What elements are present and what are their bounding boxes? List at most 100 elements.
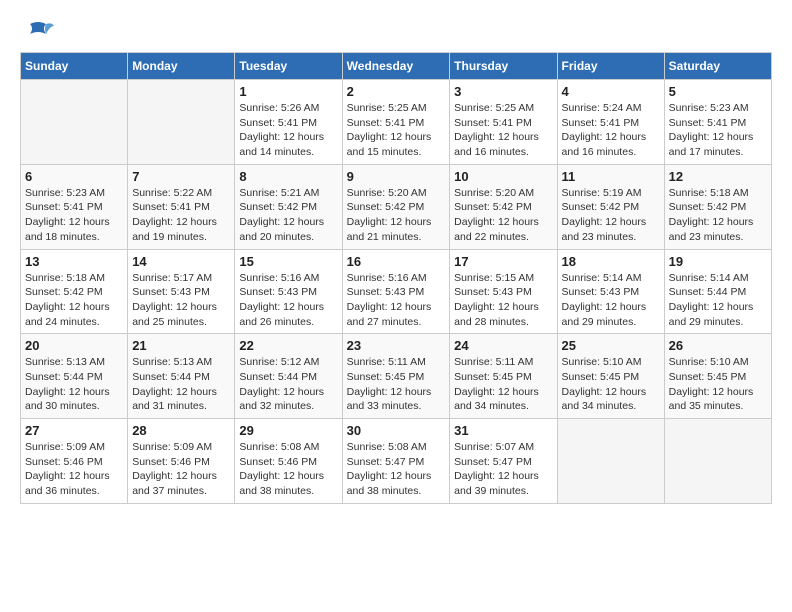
day-info: Sunrise: 5:19 AM Sunset: 5:42 PM Dayligh… bbox=[562, 186, 660, 245]
calendar-week-4: 20 Sunrise: 5:13 AM Sunset: 5:44 PM Dayli… bbox=[21, 334, 772, 419]
calendar-cell: 28 Sunrise: 5:09 AM Sunset: 5:46 PM Dayli… bbox=[128, 419, 235, 504]
day-info: Sunrise: 5:10 AM Sunset: 5:45 PM Dayligh… bbox=[562, 355, 660, 414]
calendar-cell: 1 Sunrise: 5:26 AM Sunset: 5:41 PM Daylig… bbox=[235, 80, 342, 165]
day-info: Sunrise: 5:22 AM Sunset: 5:41 PM Dayligh… bbox=[132, 186, 230, 245]
day-info: Sunrise: 5:25 AM Sunset: 5:41 PM Dayligh… bbox=[454, 101, 552, 160]
day-number: 18 bbox=[562, 254, 660, 269]
calendar-header-row: SundayMondayTuesdayWednesdayThursdayFrid… bbox=[21, 53, 772, 80]
calendar-cell bbox=[21, 80, 128, 165]
calendar-cell: 21 Sunrise: 5:13 AM Sunset: 5:44 PM Dayli… bbox=[128, 334, 235, 419]
day-number: 30 bbox=[347, 423, 446, 438]
day-info: Sunrise: 5:23 AM Sunset: 5:41 PM Dayligh… bbox=[25, 186, 123, 245]
column-header-monday: Monday bbox=[128, 53, 235, 80]
calendar-cell: 7Sunrise: 5:22 AM Sunset: 5:41 PM Daylig… bbox=[128, 164, 235, 249]
day-number: 19 bbox=[669, 254, 767, 269]
day-number: 17 bbox=[454, 254, 552, 269]
calendar-cell: 30 Sunrise: 5:08 AM Sunset: 5:47 PM Dayli… bbox=[342, 419, 450, 504]
calendar-cell: 18 Sunrise: 5:14 AM Sunset: 5:43 PM Dayli… bbox=[557, 249, 664, 334]
day-number: 15 bbox=[239, 254, 337, 269]
calendar-cell: 6 Sunrise: 5:23 AM Sunset: 5:41 PM Daylig… bbox=[21, 164, 128, 249]
day-info: Sunrise: 5:11 AM Sunset: 5:45 PM Dayligh… bbox=[454, 355, 552, 414]
calendar-cell: 9 Sunrise: 5:20 AM Sunset: 5:42 PM Daylig… bbox=[342, 164, 450, 249]
column-header-tuesday: Tuesday bbox=[235, 53, 342, 80]
day-info: Sunrise: 5:17 AM Sunset: 5:43 PM Dayligh… bbox=[132, 271, 230, 330]
calendar-cell bbox=[557, 419, 664, 504]
calendar-cell: 8 Sunrise: 5:21 AM Sunset: 5:42 PM Daylig… bbox=[235, 164, 342, 249]
calendar-cell: 27 Sunrise: 5:09 AM Sunset: 5:46 PM Dayli… bbox=[21, 419, 128, 504]
day-info: Sunrise: 5:25 AM Sunset: 5:41 PM Dayligh… bbox=[347, 101, 446, 160]
day-info: Sunrise: 5:07 AM Sunset: 5:47 PM Dayligh… bbox=[454, 440, 552, 499]
day-number: 20 bbox=[25, 338, 123, 353]
day-info: Sunrise: 5:08 AM Sunset: 5:46 PM Dayligh… bbox=[239, 440, 337, 499]
calendar-cell: 23Sunrise: 5:11 AM Sunset: 5:45 PM Dayli… bbox=[342, 334, 450, 419]
day-info: Sunrise: 5:15 AM Sunset: 5:43 PM Dayligh… bbox=[454, 271, 552, 330]
day-number: 9 bbox=[347, 169, 446, 184]
day-number: 2 bbox=[347, 84, 446, 99]
day-number: 29 bbox=[239, 423, 337, 438]
day-info: Sunrise: 5:18 AM Sunset: 5:42 PM Dayligh… bbox=[669, 186, 767, 245]
day-number: 5 bbox=[669, 84, 767, 99]
day-info: Sunrise: 5:20 AM Sunset: 5:42 PM Dayligh… bbox=[347, 186, 446, 245]
day-number: 21 bbox=[132, 338, 230, 353]
calendar-cell: 26 Sunrise: 5:10 AM Sunset: 5:45 PM Dayli… bbox=[664, 334, 771, 419]
day-info: Sunrise: 5:10 AM Sunset: 5:45 PM Dayligh… bbox=[669, 355, 767, 414]
calendar-cell: 5 Sunrise: 5:23 AM Sunset: 5:41 PM Daylig… bbox=[664, 80, 771, 165]
calendar-week-5: 27 Sunrise: 5:09 AM Sunset: 5:46 PM Dayli… bbox=[21, 419, 772, 504]
calendar-cell: 15Sunrise: 5:16 AM Sunset: 5:43 PM Dayli… bbox=[235, 249, 342, 334]
day-number: 24 bbox=[454, 338, 552, 353]
calendar-cell: 14 Sunrise: 5:17 AM Sunset: 5:43 PM Dayli… bbox=[128, 249, 235, 334]
day-number: 1 bbox=[239, 84, 337, 99]
day-number: 27 bbox=[25, 423, 123, 438]
column-header-wednesday: Wednesday bbox=[342, 53, 450, 80]
day-info: Sunrise: 5:23 AM Sunset: 5:41 PM Dayligh… bbox=[669, 101, 767, 160]
calendar-cell: 31 Sunrise: 5:07 AM Sunset: 5:47 PM Dayli… bbox=[450, 419, 557, 504]
calendar-cell bbox=[128, 80, 235, 165]
day-number: 13 bbox=[25, 254, 123, 269]
calendar-week-1: 1 Sunrise: 5:26 AM Sunset: 5:41 PM Daylig… bbox=[21, 80, 772, 165]
day-number: 26 bbox=[669, 338, 767, 353]
day-info: Sunrise: 5:24 AM Sunset: 5:41 PM Dayligh… bbox=[562, 101, 660, 160]
calendar-cell bbox=[664, 419, 771, 504]
column-header-saturday: Saturday bbox=[664, 53, 771, 80]
day-number: 22 bbox=[239, 338, 337, 353]
calendar-week-3: 13 Sunrise: 5:18 AM Sunset: 5:42 PM Dayli… bbox=[21, 249, 772, 334]
calendar-cell: 10Sunrise: 5:20 AM Sunset: 5:42 PM Dayli… bbox=[450, 164, 557, 249]
day-info: Sunrise: 5:18 AM Sunset: 5:42 PM Dayligh… bbox=[25, 271, 123, 330]
column-header-thursday: Thursday bbox=[450, 53, 557, 80]
logo bbox=[20, 20, 54, 42]
day-number: 14 bbox=[132, 254, 230, 269]
day-number: 6 bbox=[25, 169, 123, 184]
calendar-cell: 17 Sunrise: 5:15 AM Sunset: 5:43 PM Dayli… bbox=[450, 249, 557, 334]
day-info: Sunrise: 5:09 AM Sunset: 5:46 PM Dayligh… bbox=[132, 440, 230, 499]
day-number: 28 bbox=[132, 423, 230, 438]
day-number: 10 bbox=[454, 169, 552, 184]
calendar-cell: 25Sunrise: 5:10 AM Sunset: 5:45 PM Dayli… bbox=[557, 334, 664, 419]
day-info: Sunrise: 5:12 AM Sunset: 5:44 PM Dayligh… bbox=[239, 355, 337, 414]
day-number: 3 bbox=[454, 84, 552, 99]
calendar-cell: 2 Sunrise: 5:25 AM Sunset: 5:41 PM Daylig… bbox=[342, 80, 450, 165]
logo-bird-icon bbox=[22, 20, 54, 42]
day-number: 11 bbox=[562, 169, 660, 184]
calendar-table: SundayMondayTuesdayWednesdayThursdayFrid… bbox=[20, 52, 772, 504]
calendar-cell: 4 Sunrise: 5:24 AM Sunset: 5:41 PM Daylig… bbox=[557, 80, 664, 165]
day-info: Sunrise: 5:13 AM Sunset: 5:44 PM Dayligh… bbox=[25, 355, 123, 414]
day-info: Sunrise: 5:14 AM Sunset: 5:43 PM Dayligh… bbox=[562, 271, 660, 330]
calendar-cell: 13 Sunrise: 5:18 AM Sunset: 5:42 PM Dayli… bbox=[21, 249, 128, 334]
calendar-cell: 11 Sunrise: 5:19 AM Sunset: 5:42 PM Dayli… bbox=[557, 164, 664, 249]
day-info: Sunrise: 5:08 AM Sunset: 5:47 PM Dayligh… bbox=[347, 440, 446, 499]
day-info: Sunrise: 5:26 AM Sunset: 5:41 PM Dayligh… bbox=[239, 101, 337, 160]
page-header bbox=[20, 20, 772, 42]
day-info: Sunrise: 5:09 AM Sunset: 5:46 PM Dayligh… bbox=[25, 440, 123, 499]
day-info: Sunrise: 5:21 AM Sunset: 5:42 PM Dayligh… bbox=[239, 186, 337, 245]
calendar-week-2: 6 Sunrise: 5:23 AM Sunset: 5:41 PM Daylig… bbox=[21, 164, 772, 249]
column-header-sunday: Sunday bbox=[21, 53, 128, 80]
day-number: 8 bbox=[239, 169, 337, 184]
day-info: Sunrise: 5:13 AM Sunset: 5:44 PM Dayligh… bbox=[132, 355, 230, 414]
day-number: 4 bbox=[562, 84, 660, 99]
calendar-cell: 12Sunrise: 5:18 AM Sunset: 5:42 PM Dayli… bbox=[664, 164, 771, 249]
calendar-cell: 3 Sunrise: 5:25 AM Sunset: 5:41 PM Daylig… bbox=[450, 80, 557, 165]
calendar-cell: 29 Sunrise: 5:08 AM Sunset: 5:46 PM Dayli… bbox=[235, 419, 342, 504]
calendar-cell: 16Sunrise: 5:16 AM Sunset: 5:43 PM Dayli… bbox=[342, 249, 450, 334]
day-info: Sunrise: 5:16 AM Sunset: 5:43 PM Dayligh… bbox=[347, 271, 446, 330]
day-number: 31 bbox=[454, 423, 552, 438]
